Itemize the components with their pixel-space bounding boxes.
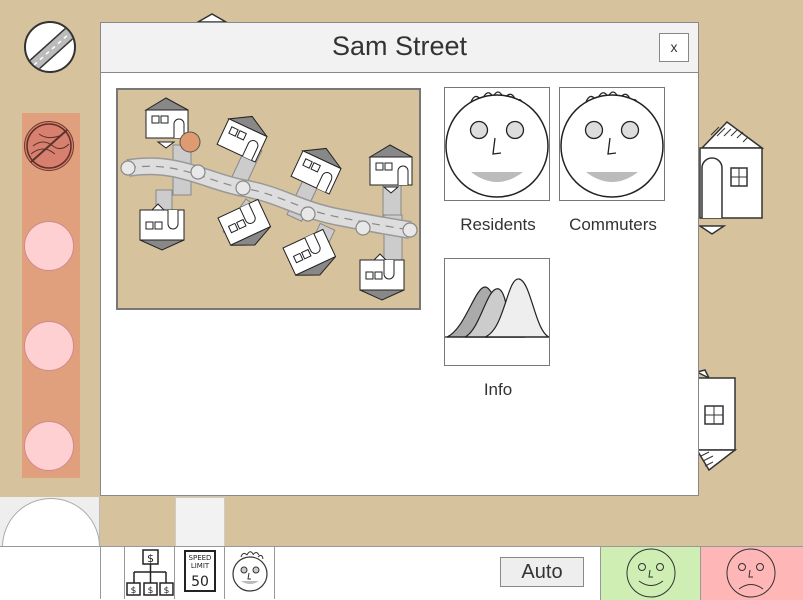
- residents-label: Residents: [460, 215, 536, 234]
- info-label: Info: [483, 380, 513, 399]
- svg-text:$: $: [131, 586, 137, 596]
- toolbar-spacer: [100, 547, 125, 599]
- demolish-slot[interactable]: [24, 121, 74, 171]
- svg-text:$: $: [148, 586, 154, 596]
- commuters-label: Commuters: [569, 215, 657, 234]
- svg-text:50: 50: [191, 574, 209, 590]
- svg-text:$: $: [147, 552, 154, 565]
- speed-limit-button[interactable]: SPEED LIMIT 50: [175, 547, 225, 599]
- svg-text:LIMIT: LIMIT: [191, 562, 210, 570]
- road-tool-button[interactable]: [24, 21, 76, 73]
- speed-limit-sign-icon: SPEED LIMIT 50: [184, 550, 216, 592]
- commuter-face-icon: [560, 91, 664, 198]
- building-slot[interactable]: [24, 321, 74, 371]
- info-card[interactable]: [444, 258, 550, 366]
- svg-text:$: $: [164, 586, 170, 596]
- residents-card[interactable]: [444, 87, 550, 201]
- dialog-header: Sam Street x: [101, 23, 698, 73]
- building-slot[interactable]: [24, 221, 74, 271]
- building-slot[interactable]: [24, 421, 74, 471]
- sad-face-icon: [726, 548, 776, 598]
- budget-button[interactable]: $ $ $ $: [125, 547, 175, 599]
- toolbar-upper-slot: [175, 497, 225, 546]
- house-icon: [697, 121, 765, 235]
- citizens-button[interactable]: [225, 547, 275, 599]
- building-sidebar: [22, 113, 80, 478]
- svg-text:SPEED: SPEED: [189, 554, 212, 562]
- happy-face-icon: [626, 548, 676, 598]
- street-map-preview: [116, 88, 421, 310]
- budget-tree-icon: $ $ $ $: [126, 549, 174, 596]
- house-icon: [694, 369, 738, 472]
- street-info-dialog: Sam Street x Residents Commuters Info: [100, 22, 699, 496]
- citizen-face-icon: [232, 551, 268, 592]
- dialog-title: Sam Street: [331, 31, 468, 61]
- distribution-chart-icon: [445, 278, 550, 338]
- commuters-card[interactable]: [559, 87, 665, 201]
- unhappiness-indicator[interactable]: [700, 547, 803, 600]
- happiness-indicator[interactable]: [600, 547, 700, 600]
- street-map-illustration: [120, 97, 418, 301]
- demolish-icon: [26, 123, 72, 169]
- auto-button[interactable]: Auto: [500, 557, 584, 587]
- close-button[interactable]: x: [659, 33, 689, 62]
- resident-face-icon: [445, 91, 549, 198]
